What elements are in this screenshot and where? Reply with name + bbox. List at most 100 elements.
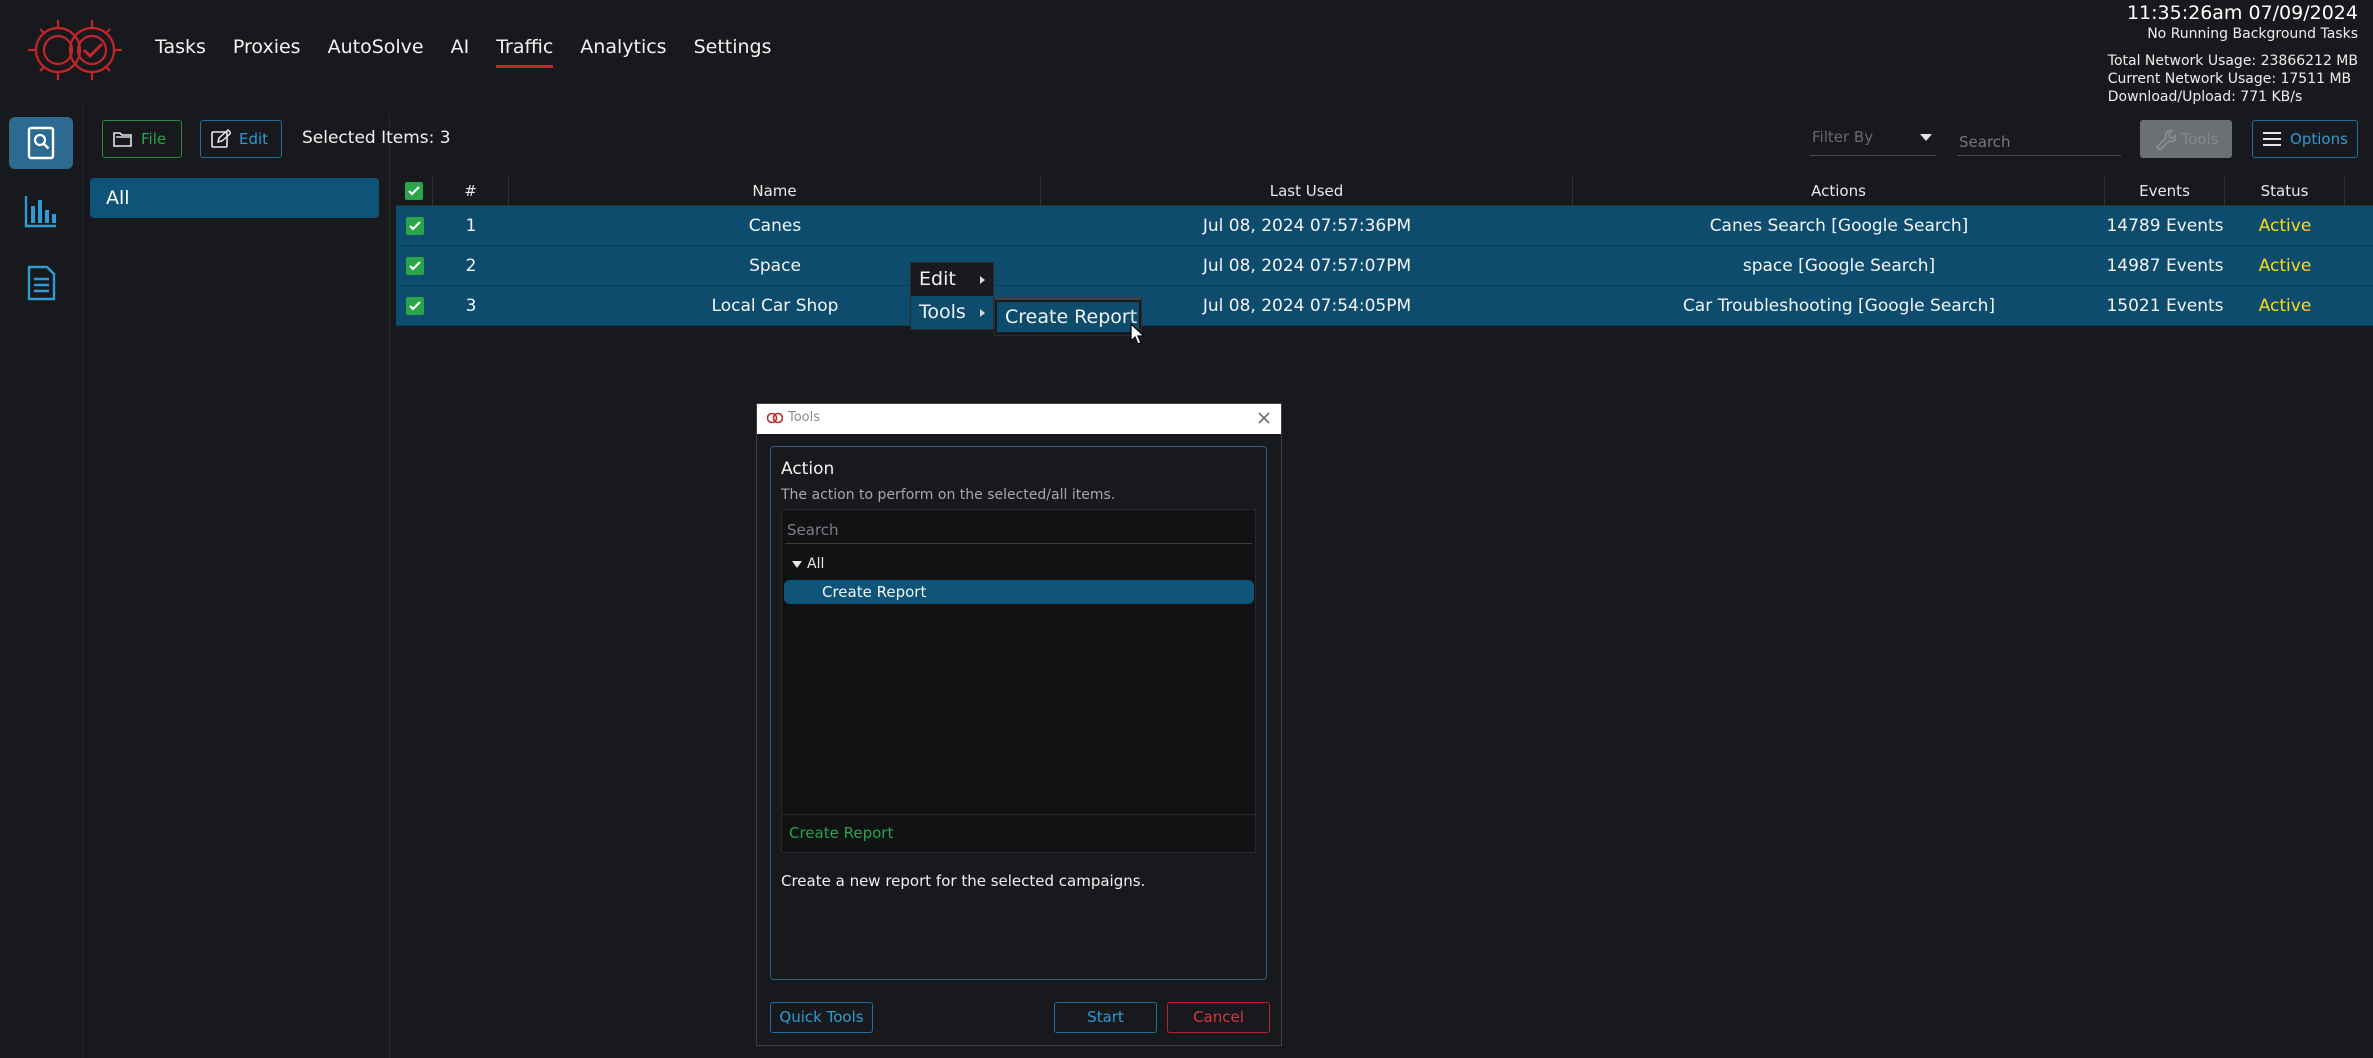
- rail-traffic-button[interactable]: [9, 117, 73, 169]
- bar-chart-icon: [24, 196, 56, 228]
- check-icon: [409, 301, 421, 311]
- row-number: 1: [465, 216, 477, 236]
- check-icon: [409, 261, 421, 271]
- options-label: Options: [2290, 130, 2348, 148]
- action-help-text: Create a new report for the selected cam…: [781, 872, 1146, 890]
- header-select-all[interactable]: [396, 176, 433, 206]
- download-upload-rate: Download/Upload: 771 KB/s: [2107, 89, 2303, 105]
- tree-node-all[interactable]: All: [792, 556, 824, 572]
- row-name: Canes: [748, 216, 802, 236]
- action-group: Action The action to perform on the sele…: [770, 446, 1267, 980]
- check-icon: [408, 186, 420, 196]
- caret-down-icon: [792, 560, 802, 568]
- row-checkbox[interactable]: [406, 297, 424, 315]
- nav-settings[interactable]: Settings: [694, 36, 772, 68]
- wrench-icon: [2155, 129, 2176, 150]
- status-panel: 11:35:26am 07/09/2024 No Running Backgro…: [2108, 0, 2358, 106]
- row-last-used: Jul 08, 2024 07:57:36PM: [1202, 216, 1412, 236]
- row-checkbox[interactable]: [406, 257, 424, 275]
- nav-analytics[interactable]: Analytics: [580, 36, 666, 68]
- clock: 11:35:26am 07/09/2024: [2126, 2, 2358, 24]
- context-menu-edit-label: Edit: [919, 268, 956, 290]
- search-input[interactable]: [1957, 128, 2121, 156]
- close-icon[interactable]: [1255, 409, 1273, 427]
- total-network-usage: Total Network Usage: 23866212 MB: [2107, 53, 2358, 69]
- rail-analytics-button[interactable]: [9, 185, 73, 237]
- top-nav: Tasks Proxies AutoSolve AI Traffic Analy…: [155, 36, 799, 68]
- nav-ai[interactable]: AI: [451, 36, 470, 68]
- mouse-cursor-icon: [1130, 323, 1146, 345]
- row-actions: space [Google Search]: [1742, 256, 1936, 276]
- row-number: 2: [465, 256, 477, 276]
- action-search-input[interactable]: [785, 516, 1252, 544]
- context-menu-tools[interactable]: Tools: [911, 296, 993, 329]
- start-button[interactable]: Start: [1054, 1002, 1157, 1033]
- tools-dialog: Tools Action The action to perform on th…: [756, 403, 1282, 1046]
- selected-items-count: Selected Items: 3: [302, 128, 451, 148]
- edit-icon: [211, 129, 231, 148]
- nav-tasks[interactable]: Tasks: [155, 36, 206, 68]
- nav-traffic[interactable]: Traffic: [496, 36, 554, 68]
- search-book-icon: [27, 126, 55, 160]
- row-actions: Car Troubleshooting [Google Search]: [1682, 296, 1996, 316]
- left-rail: [0, 100, 83, 1058]
- context-menu-tools-label: Tools: [919, 301, 966, 323]
- header-actions[interactable]: Actions: [1573, 176, 2105, 206]
- filter-by-label: Filter By: [1812, 128, 1874, 146]
- table-row[interactable]: 1 Canes Jul 08, 2024 07:57:36PM Canes Se…: [396, 206, 2373, 246]
- background-tasks-status: No Running Background Tasks: [2147, 26, 2358, 42]
- context-menu-edit[interactable]: Edit: [911, 263, 993, 296]
- app-logo: [28, 20, 122, 80]
- file-label: File: [141, 130, 167, 148]
- edit-label: Edit: [239, 130, 269, 148]
- nav-autosolve[interactable]: AutoSolve: [328, 36, 424, 68]
- selected-action-box: Create Report: [781, 815, 1256, 853]
- tools-button[interactable]: Tools: [2140, 120, 2232, 158]
- table-row[interactable]: 2 Space Jul 08, 2024 07:57:07PM space [G…: [396, 246, 2373, 286]
- table-row[interactable]: 3 Local Car Shop Jul 08, 2024 07:54:05PM…: [396, 286, 2373, 326]
- row-events: 14987 Events: [2106, 256, 2224, 276]
- edit-button[interactable]: Edit: [200, 120, 282, 158]
- action-heading: Action: [781, 459, 835, 479]
- row-events: 14789 Events: [2106, 216, 2224, 236]
- submenu-create-report[interactable]: Create Report: [997, 302, 1139, 332]
- filter-by-select[interactable]: Filter By: [1810, 128, 1936, 156]
- row-last-used: Jul 08, 2024 07:57:07PM: [1202, 256, 1412, 276]
- header-last-used[interactable]: Last Used: [1041, 176, 1573, 206]
- row-checkbox[interactable]: [406, 217, 424, 235]
- tools-label: Tools: [2181, 130, 2219, 148]
- groups-panel: All: [84, 114, 390, 1058]
- options-button[interactable]: Options: [2252, 120, 2358, 158]
- document-icon: [27, 265, 56, 301]
- chevron-right-icon: [980, 309, 985, 317]
- header-name[interactable]: Name: [509, 176, 1041, 206]
- folder-icon: [113, 132, 132, 147]
- row-status: Active: [2258, 256, 2312, 276]
- tree-node-all-label: All: [807, 556, 825, 572]
- header-number[interactable]: #: [433, 176, 509, 206]
- table-header: # Name Last Used Actions Events Status: [396, 176, 2373, 206]
- nav-proxies[interactable]: Proxies: [233, 36, 301, 68]
- action-description: The action to perform on the selected/al…: [781, 487, 1116, 503]
- cancel-button[interactable]: Cancel: [1167, 1002, 1270, 1033]
- group-item-all[interactable]: All: [90, 178, 379, 218]
- row-events: 15021 Events: [2106, 296, 2224, 316]
- file-button[interactable]: File: [102, 120, 182, 158]
- dialog-titlebar[interactable]: Tools: [757, 404, 1281, 434]
- app-window: Tasks Proxies AutoSolve AI Traffic Analy…: [0, 0, 2373, 1058]
- quick-tools-button[interactable]: Quick Tools: [770, 1002, 873, 1033]
- chevron-down-icon: [1920, 134, 1932, 141]
- tree-item-create-report[interactable]: Create Report: [784, 580, 1254, 604]
- row-status: Active: [2258, 216, 2312, 236]
- header-events[interactable]: Events: [2105, 176, 2225, 206]
- chevron-right-icon: [980, 276, 985, 284]
- header-status[interactable]: Status: [2225, 176, 2345, 206]
- context-menu: Edit Tools: [910, 262, 994, 330]
- dialog-title: Tools: [788, 410, 821, 425]
- selected-action-label: Create Report: [789, 824, 894, 842]
- campaign-table: # Name Last Used Actions Events Status 1…: [396, 176, 2373, 326]
- select-all-checkbox[interactable]: [405, 182, 423, 200]
- action-list: All Create Report: [781, 509, 1256, 815]
- tools-submenu: Create Report: [994, 297, 1142, 336]
- rail-logs-button[interactable]: [9, 257, 73, 309]
